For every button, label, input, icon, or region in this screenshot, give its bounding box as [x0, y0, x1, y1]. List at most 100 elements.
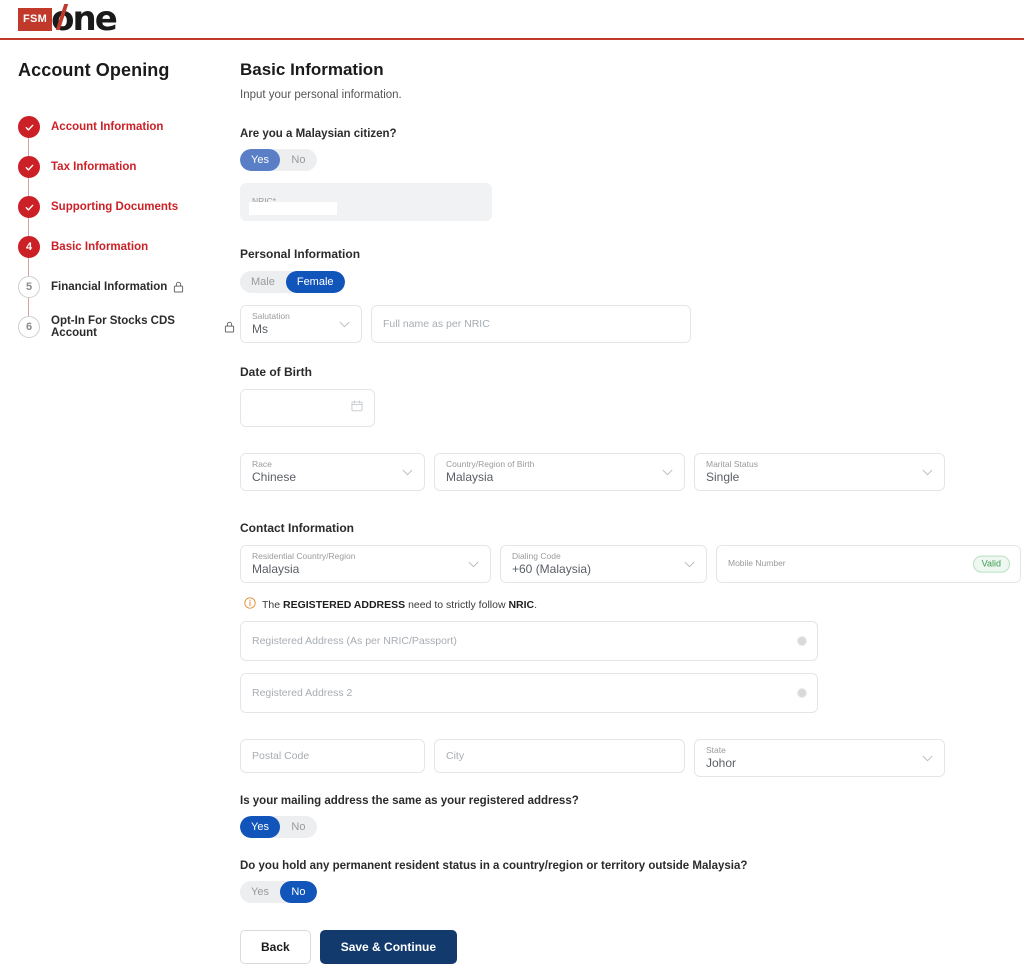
note-bold-registered-address: REGISTERED ADDRESS	[283, 598, 406, 611]
lock-icon	[173, 281, 184, 293]
note-text: The REGISTERED ADDRESS need to strictly …	[262, 598, 538, 611]
pr-status-question-label: Do you hold any permanent resident statu…	[240, 860, 748, 872]
sidebar: Account Opening Account Information Tax …	[0, 40, 235, 964]
state-select[interactable]: State Johor	[694, 739, 945, 777]
registered-address-1-placeholder: Registered Address (As per NRIC/Passport…	[252, 635, 457, 647]
step-3-check-icon	[18, 196, 40, 218]
country-of-birth-value: Malaysia	[446, 469, 494, 484]
pr-status-toggle-no[interactable]: No	[279, 881, 317, 903]
contact-row: Residential Country/Region Malaysia Dial…	[240, 545, 1021, 583]
note-bold-nric: NRIC	[508, 598, 535, 611]
sidebar-step-opt-in-stocks-cds[interactable]: 6 Opt-In For Stocks CDS Account	[18, 307, 235, 347]
sidebar-title: Account Opening	[18, 60, 170, 80]
sidebar-step-5-label-wrap: Financial Information	[51, 281, 184, 293]
form-actions: Back Save & Continue	[240, 930, 1021, 964]
mobile-number-input[interactable]: Mobile Number Valid	[716, 545, 1021, 583]
sidebar-step-5-label: Financial Information	[51, 281, 168, 293]
mobile-number-label: Mobile Number	[728, 557, 786, 568]
lock-icon	[224, 321, 235, 333]
marital-status-value: Single	[706, 469, 740, 484]
country-of-birth-select[interactable]: Country/Region of Birth Malaysia	[434, 453, 685, 491]
mailing-address-toggle-no[interactable]: No	[280, 816, 317, 838]
page-body: Account Opening Account Information Tax …	[0, 40, 1024, 964]
citizen-question-label: Are you a Malaysian citizen?	[240, 128, 397, 140]
step-list: Account Information Tax Information Supp…	[18, 107, 235, 347]
nric-field[interactable]: NRIC*	[240, 183, 492, 221]
sidebar-step-supporting-documents[interactable]: Supporting Documents	[18, 187, 235, 227]
address-1-clear-icon[interactable]	[797, 636, 807, 646]
salutation-select[interactable]: Salutation Ms	[240, 305, 362, 343]
main-content: Basic Information Input your personal in…	[235, 40, 1024, 964]
brand-logo[interactable]: FSM one	[18, 2, 118, 36]
sidebar-step-2-label: Tax Information	[51, 161, 137, 173]
postal-city-state-row: Postal Code City State Johor	[240, 739, 1021, 777]
sidebar-step-1-label: Account Information	[51, 121, 164, 133]
step-4-number: 4	[18, 236, 40, 258]
marital-status-label: Marital Status	[706, 459, 758, 470]
info-icon	[244, 597, 256, 612]
registered-address-2-placeholder: Registered Address 2	[252, 687, 353, 699]
step-1-check-icon	[18, 116, 40, 138]
registered-address-note: The REGISTERED ADDRESS need to strictly …	[244, 597, 1021, 612]
contact-information-heading: Contact Information	[240, 521, 354, 535]
personal-information-heading: Personal Information	[240, 247, 361, 261]
salutation-label: Salutation	[252, 311, 290, 322]
app-header: FSM one	[0, 0, 1024, 40]
date-of-birth-input[interactable]	[240, 389, 375, 427]
save-and-continue-button[interactable]: Save & Continue	[319, 930, 458, 964]
state-label: State	[706, 745, 726, 756]
residential-country-select[interactable]: Residential Country/Region Malaysia	[240, 545, 491, 583]
mailing-address-question-label: Is your mailing address the same as your…	[240, 795, 579, 807]
gender-toggle-female[interactable]: Female	[285, 271, 345, 293]
citizen-toggle[interactable]: Yes No	[240, 149, 317, 171]
mailing-address-toggle[interactable]: Yes No	[240, 816, 317, 838]
gender-toggle[interactable]: Male Female	[240, 271, 345, 293]
gender-toggle-male[interactable]: Male	[240, 271, 286, 293]
date-of-birth-heading: Date of Birth	[240, 365, 312, 379]
sidebar-step-account-information[interactable]: Account Information	[18, 107, 235, 147]
citizen-toggle-no[interactable]: No	[280, 149, 317, 171]
page-title: Basic Information	[240, 60, 384, 79]
step-5-number: 5	[18, 276, 40, 298]
residential-country-label: Residential Country/Region	[252, 551, 356, 562]
full-name-input[interactable]: Full name as per NRIC	[371, 305, 691, 343]
logo-one-wordmark: one	[51, 2, 118, 36]
registered-address-2-input[interactable]: Registered Address 2	[240, 673, 818, 713]
city-input[interactable]: City	[434, 739, 685, 773]
salutation-value: Ms	[252, 321, 268, 336]
race-value: Chinese	[252, 469, 297, 484]
full-name-placeholder: Full name as per NRIC	[383, 318, 490, 330]
postal-code-input[interactable]: Postal Code	[240, 739, 425, 773]
race-select[interactable]: Race Chinese	[240, 453, 425, 491]
back-button[interactable]: Back	[240, 930, 311, 964]
sidebar-step-4-label: Basic Information	[51, 241, 149, 253]
mailing-address-toggle-yes[interactable]: Yes	[240, 816, 280, 838]
registered-address-1-input[interactable]: Registered Address (As per NRIC/Passport…	[240, 621, 818, 661]
logo-fsm-mark: FSM	[18, 7, 53, 31]
country-of-birth-label: Country/Region of Birth	[446, 459, 535, 470]
sidebar-step-6-label: Opt-In For Stocks CDS Account	[51, 315, 175, 339]
sidebar-step-basic-information[interactable]: 4 Basic Information	[18, 227, 235, 267]
pr-status-toggle-yes[interactable]: Yes	[240, 881, 280, 903]
dialing-code-label: Dialing Code	[512, 551, 561, 562]
city-placeholder: City	[446, 750, 465, 762]
page-subtitle: Input your personal information.	[240, 89, 402, 101]
dialing-code-select[interactable]: Dialing Code +60 (Malaysia)	[500, 545, 707, 583]
step-2-check-icon	[18, 156, 40, 178]
sidebar-step-financial-information[interactable]: 5 Financial Information	[18, 267, 235, 307]
marital-status-select[interactable]: Marital Status Single	[694, 453, 945, 491]
calendar-icon[interactable]	[351, 399, 363, 417]
state-value: Johor	[706, 755, 737, 770]
postal-code-placeholder: Postal Code	[252, 750, 310, 762]
salutation-name-row: Salutation Ms Full name as per NRIC	[240, 305, 1021, 343]
sidebar-step-tax-information[interactable]: Tax Information	[18, 147, 235, 187]
pr-status-toggle[interactable]: Yes No	[240, 881, 317, 903]
residential-country-value: Malaysia	[252, 561, 300, 576]
status-badge-valid: Valid	[972, 555, 1010, 573]
step-6-number: 6	[18, 316, 40, 338]
sidebar-step-6-label-wrap: Opt-In For Stocks CDS Account	[51, 315, 235, 339]
address-2-clear-icon[interactable]	[797, 688, 807, 698]
citizen-toggle-yes[interactable]: Yes	[240, 149, 280, 171]
dialing-code-value: +60 (Malaysia)	[512, 561, 592, 576]
race-country-marital-row: Race Chinese Country/Region of Birth Mal…	[240, 453, 1021, 491]
